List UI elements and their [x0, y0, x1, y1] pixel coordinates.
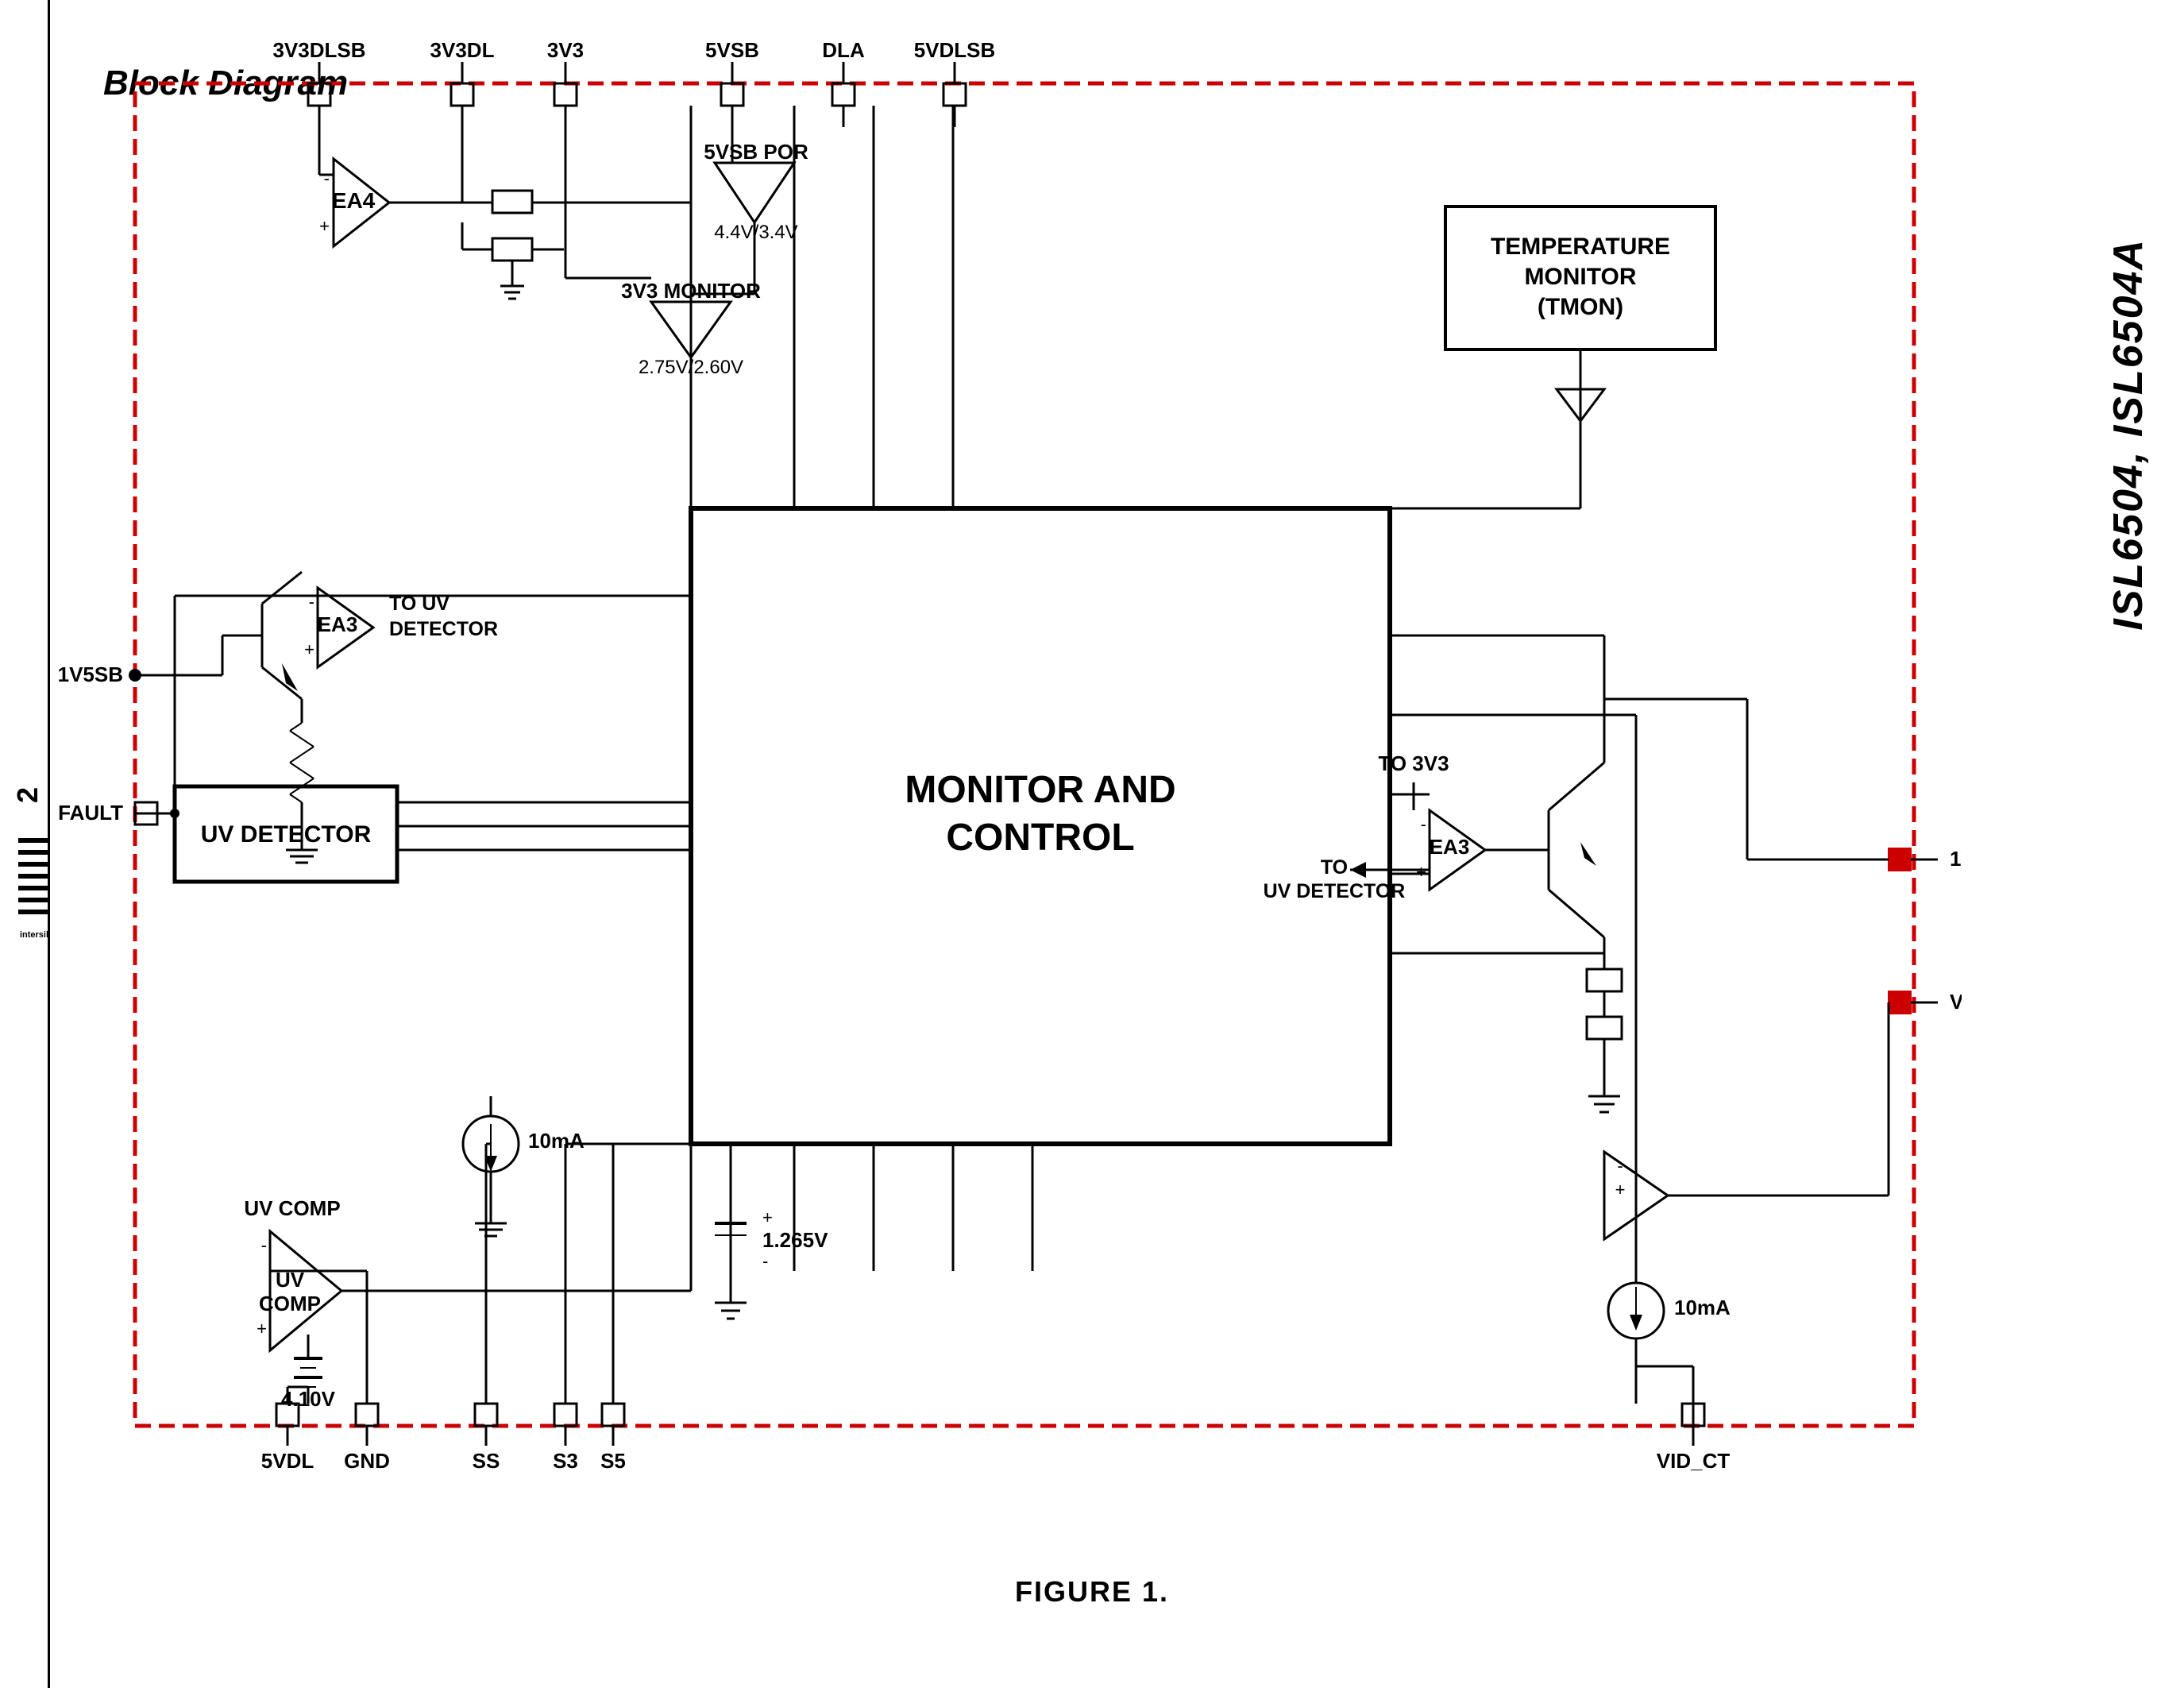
- svg-text:5VSB POR: 5VSB POR: [704, 140, 808, 164]
- svg-text:+: +: [257, 1319, 267, 1338]
- svg-text:10mA: 10mA: [528, 1129, 585, 1153]
- chip-name: ISL6504, ISL6504A: [2105, 238, 2152, 631]
- svg-text:+: +: [762, 1207, 773, 1227]
- svg-text:VID_PG: VID_PG: [1950, 990, 1962, 1014]
- svg-text:DETECTOR: DETECTOR: [389, 618, 498, 640]
- svg-text:EA3: EA3: [318, 612, 358, 636]
- svg-text:3V3: 3V3: [547, 38, 584, 62]
- svg-text:3V3DLSB: 3V3DLSB: [272, 38, 365, 62]
- svg-text:UV DETECTOR: UV DETECTOR: [1264, 880, 1406, 902]
- svg-text:EA4: EA4: [332, 188, 376, 213]
- svg-text:SS: SS: [473, 1449, 500, 1473]
- svg-text:COMP: COMP: [259, 1292, 321, 1315]
- svg-text:+: +: [1416, 862, 1426, 882]
- page: 2 intersil ISL6504, ISL6504A Block Diagr…: [0, 0, 2184, 1688]
- svg-text:DLA: DLA: [822, 38, 865, 62]
- svg-text:+: +: [319, 216, 330, 236]
- svg-text:+: +: [304, 639, 314, 659]
- svg-text:MONITOR AND: MONITOR AND: [905, 769, 1175, 811]
- svg-text:FAULT: FAULT: [58, 801, 123, 825]
- figure-label: FIGURE 1.: [1015, 1575, 1169, 1609]
- svg-text:-: -: [762, 1251, 768, 1271]
- svg-text:TO: TO: [1321, 856, 1348, 879]
- svg-text:5VDLSB: 5VDLSB: [914, 38, 996, 62]
- svg-text:5VDL: 5VDL: [261, 1449, 314, 1473]
- svg-text:S3: S3: [553, 1449, 578, 1473]
- svg-text:1.265V: 1.265V: [762, 1228, 828, 1252]
- svg-text:-: -: [261, 1235, 267, 1255]
- svg-text:EA3: EA3: [1430, 835, 1470, 859]
- svg-text:3V3DL: 3V3DL: [430, 38, 495, 62]
- svg-text:VID_CT: VID_CT: [1657, 1449, 1731, 1473]
- svg-text:-: -: [1421, 814, 1426, 834]
- svg-text:1V2VID: 1V2VID: [1950, 847, 1962, 871]
- svg-text:(TMON): (TMON): [1538, 294, 1623, 320]
- svg-text:4.4V/3.4V: 4.4V/3.4V: [714, 222, 797, 243]
- svg-text:MONITOR: MONITOR: [1524, 264, 1636, 290]
- svg-text:S5: S5: [600, 1449, 626, 1473]
- svg-text:-: -: [1617, 1156, 1623, 1176]
- svg-text:-: -: [324, 168, 330, 188]
- svg-text:UV COMP: UV COMP: [244, 1196, 340, 1220]
- svg-text:UV DETECTOR: UV DETECTOR: [201, 821, 372, 848]
- circuit-diagram: 3V3DLSB 3V3DL 3V3 5VSB DLA 5VDLSB 5VDL G…: [0, 0, 1962, 1477]
- svg-text:+: +: [1615, 1180, 1626, 1199]
- svg-text:GND: GND: [344, 1449, 390, 1473]
- svg-text:5VSB: 5VSB: [705, 38, 759, 62]
- svg-text:1V5SB: 1V5SB: [58, 662, 123, 686]
- svg-text:10mA: 10mA: [1674, 1296, 1731, 1319]
- svg-text:CONTROL: CONTROL: [946, 817, 1134, 859]
- svg-text:TEMPERATURE: TEMPERATURE: [1491, 234, 1670, 260]
